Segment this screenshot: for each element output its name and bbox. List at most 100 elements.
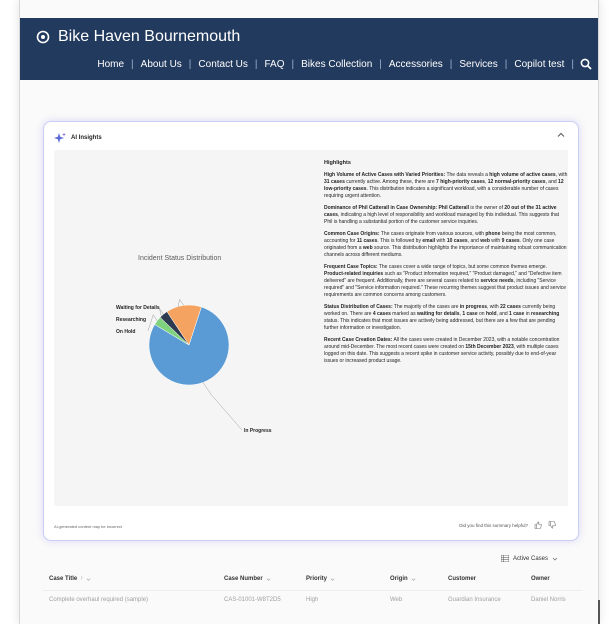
nav-bikes-collection[interactable]: Bikes Collection (294, 59, 379, 70)
nav-copilot-test[interactable]: Copilot test (507, 59, 571, 70)
column-label: Customer (448, 576, 477, 582)
nav-services[interactable]: Services (452, 59, 504, 70)
grid-icon (500, 555, 509, 562)
column-header-case-number[interactable]: Case Number (224, 576, 271, 582)
sort-up-icon: ↑ (80, 576, 84, 582)
highlight-paragraph: Frequent Case Topics: The cases cover a … (324, 264, 567, 298)
highlight-heading: Status Distribution of Cases: (324, 304, 393, 310)
slice-label: On Hold (116, 329, 135, 335)
slice-label: Waiting for Details (116, 305, 160, 311)
chevron-down-icon (266, 577, 271, 581)
slice-label: Researching (116, 317, 146, 323)
highlight-emphasis: 10 cases (446, 238, 468, 244)
thumbs-down-icon[interactable] (548, 521, 556, 529)
feedback-bar: Did you find this summary helpful? (459, 521, 556, 529)
highlight-emphasis: waiting for details (417, 311, 460, 317)
highlight-emphasis: 22 cases (500, 304, 521, 310)
column-label: Case Title (49, 576, 78, 582)
highlight-paragraph: High Volume of Active Cases with Varied … (324, 172, 568, 199)
chevron-up-icon[interactable] (556, 130, 566, 140)
highlight-emphasis: 9 cases (501, 238, 520, 244)
ai-insights-title: AI Insights (71, 135, 102, 141)
nav-home[interactable]: Home (90, 59, 131, 70)
bike-logo-icon (36, 30, 50, 44)
feedback-prompt: Did you find this summary helpful? (459, 522, 528, 528)
cell-case-title[interactable]: Complete overhaul required (sample) (49, 597, 148, 603)
table-header: Case Title ↑ Case Number Priority Origin… (43, 572, 583, 588)
column-label: Case Number (224, 576, 263, 582)
slice-label: In Progress (244, 428, 272, 434)
highlight-emphasis: in progress (459, 304, 488, 310)
highlight-emphasis: 1 case (509, 311, 525, 317)
highlight-emphasis: 15th December 2023 (465, 344, 514, 350)
main-nav: Home | About Us | Contact Us | FAQ | Bik… (90, 58, 592, 70)
cell-case-number: CAS-01001-W8T2D5 (224, 597, 281, 603)
highlight-emphasis: phone (485, 231, 501, 237)
highlights-text: Highlights High Volume of Active Cases w… (324, 160, 568, 370)
view-selector[interactable]: Active Cases (500, 555, 558, 562)
highlight-emphasis: Product-related inquiries (324, 271, 384, 277)
cell-priority: High (306, 597, 319, 603)
highlight-heading: Dominance of Phil Catterall in Case Owne… (324, 205, 470, 211)
chevron-down-icon (330, 577, 335, 581)
nav-contact-us[interactable]: Contact Us (191, 59, 254, 70)
column-header-customer[interactable]: Customer (448, 576, 476, 582)
highlight-emphasis: 11 cases (356, 238, 378, 244)
highlight-heading: High Volume of Active Cases with Varied … (324, 172, 446, 178)
highlight-emphasis: web (362, 245, 373, 251)
highlight-emphasis: web (480, 238, 490, 244)
highlight-emphasis: 31 cases (324, 179, 345, 185)
nav-about-us[interactable]: About Us (134, 59, 189, 70)
column-label: Priority (306, 576, 328, 582)
site-header: Bike Haven Bournemouth Home | About Us |… (20, 18, 598, 80)
chart-area: Incident Status Distribution In Progress… (54, 150, 316, 506)
highlight-emphasis: 12 normal-priority cases (487, 179, 546, 185)
insights-body: Incident Status Distribution In Progress… (54, 150, 568, 506)
browser-frame: Bike Haven Bournemouth Home | About Us |… (19, 0, 600, 624)
highlight-heading: Frequent Case Topics: (324, 264, 378, 270)
column-label: Origin (390, 576, 408, 582)
table-row[interactable]: Complete overhaul required (sample) CAS-… (43, 590, 583, 608)
cell-origin: Web (390, 597, 403, 603)
column-header-origin[interactable]: Origin (390, 576, 416, 582)
column-header-owner[interactable]: Owner (531, 576, 550, 582)
pie-chart: In Progress Waiting for Details Researchin… (116, 298, 272, 434)
nav-faq[interactable]: FAQ (257, 59, 291, 70)
highlight-heading: Common Case Origins: (324, 231, 380, 237)
nav-accessories[interactable]: Accessories (382, 59, 450, 70)
site-title: Bike Haven Bournemouth (58, 28, 241, 45)
highlight-paragraph: Dominance of Phil Catterall in Case Owne… (324, 205, 560, 225)
leader-line (202, 382, 243, 431)
highlight-emphasis: 1 case (462, 311, 478, 317)
cell-owner[interactable]: Daniel Norris (531, 597, 566, 603)
ai-insights-header: AI Insights (54, 132, 102, 144)
highlight-emphasis: 4 cases (372, 311, 391, 317)
highlight-paragraph: Status Distribution of Cases: The majori… (324, 304, 560, 331)
highlight-emphasis: service needs (480, 278, 514, 284)
highlights-title: Highlights (324, 160, 351, 166)
chevron-down-icon (411, 577, 416, 581)
column-header-case-title[interactable]: Case Title ↑ (49, 576, 91, 582)
column-header-priority[interactable]: Priority (306, 576, 335, 582)
highlight-emphasis: 7 high-priority cases (436, 179, 485, 185)
highlight-paragraph: Common Case Origins: The cases originate… (324, 231, 567, 258)
nav-divider: | (571, 58, 574, 70)
chevron-down-icon (86, 577, 91, 581)
highlight-emphasis: high volume of active cases (489, 172, 556, 178)
highlight-emphasis: researching (531, 311, 560, 317)
brand[interactable]: Bike Haven Bournemouth (36, 28, 240, 46)
highlight-paragraph: Recent Case Creation Dates: All the case… (324, 337, 560, 364)
chevron-down-icon (552, 557, 558, 560)
column-label: Owner (531, 576, 550, 582)
ai-disclaimer: AI-generated content may be incorrect (54, 524, 123, 529)
view-label: Active Cases (512, 555, 548, 562)
highlight-emphasis: email (422, 238, 436, 244)
sparkle-icon (54, 132, 66, 143)
ai-insights-panel: AI Insights Incident Status Distribution… (43, 121, 579, 541)
search-icon[interactable] (580, 58, 592, 70)
thumbs-up-icon[interactable] (534, 521, 542, 529)
highlight-emphasis: hold (485, 311, 497, 317)
highlight-heading: Recent Case Creation Dates: (324, 337, 393, 343)
cell-customer[interactable]: Guardian Insurance (448, 597, 501, 603)
scrollbar-thumb[interactable] (598, 600, 600, 624)
